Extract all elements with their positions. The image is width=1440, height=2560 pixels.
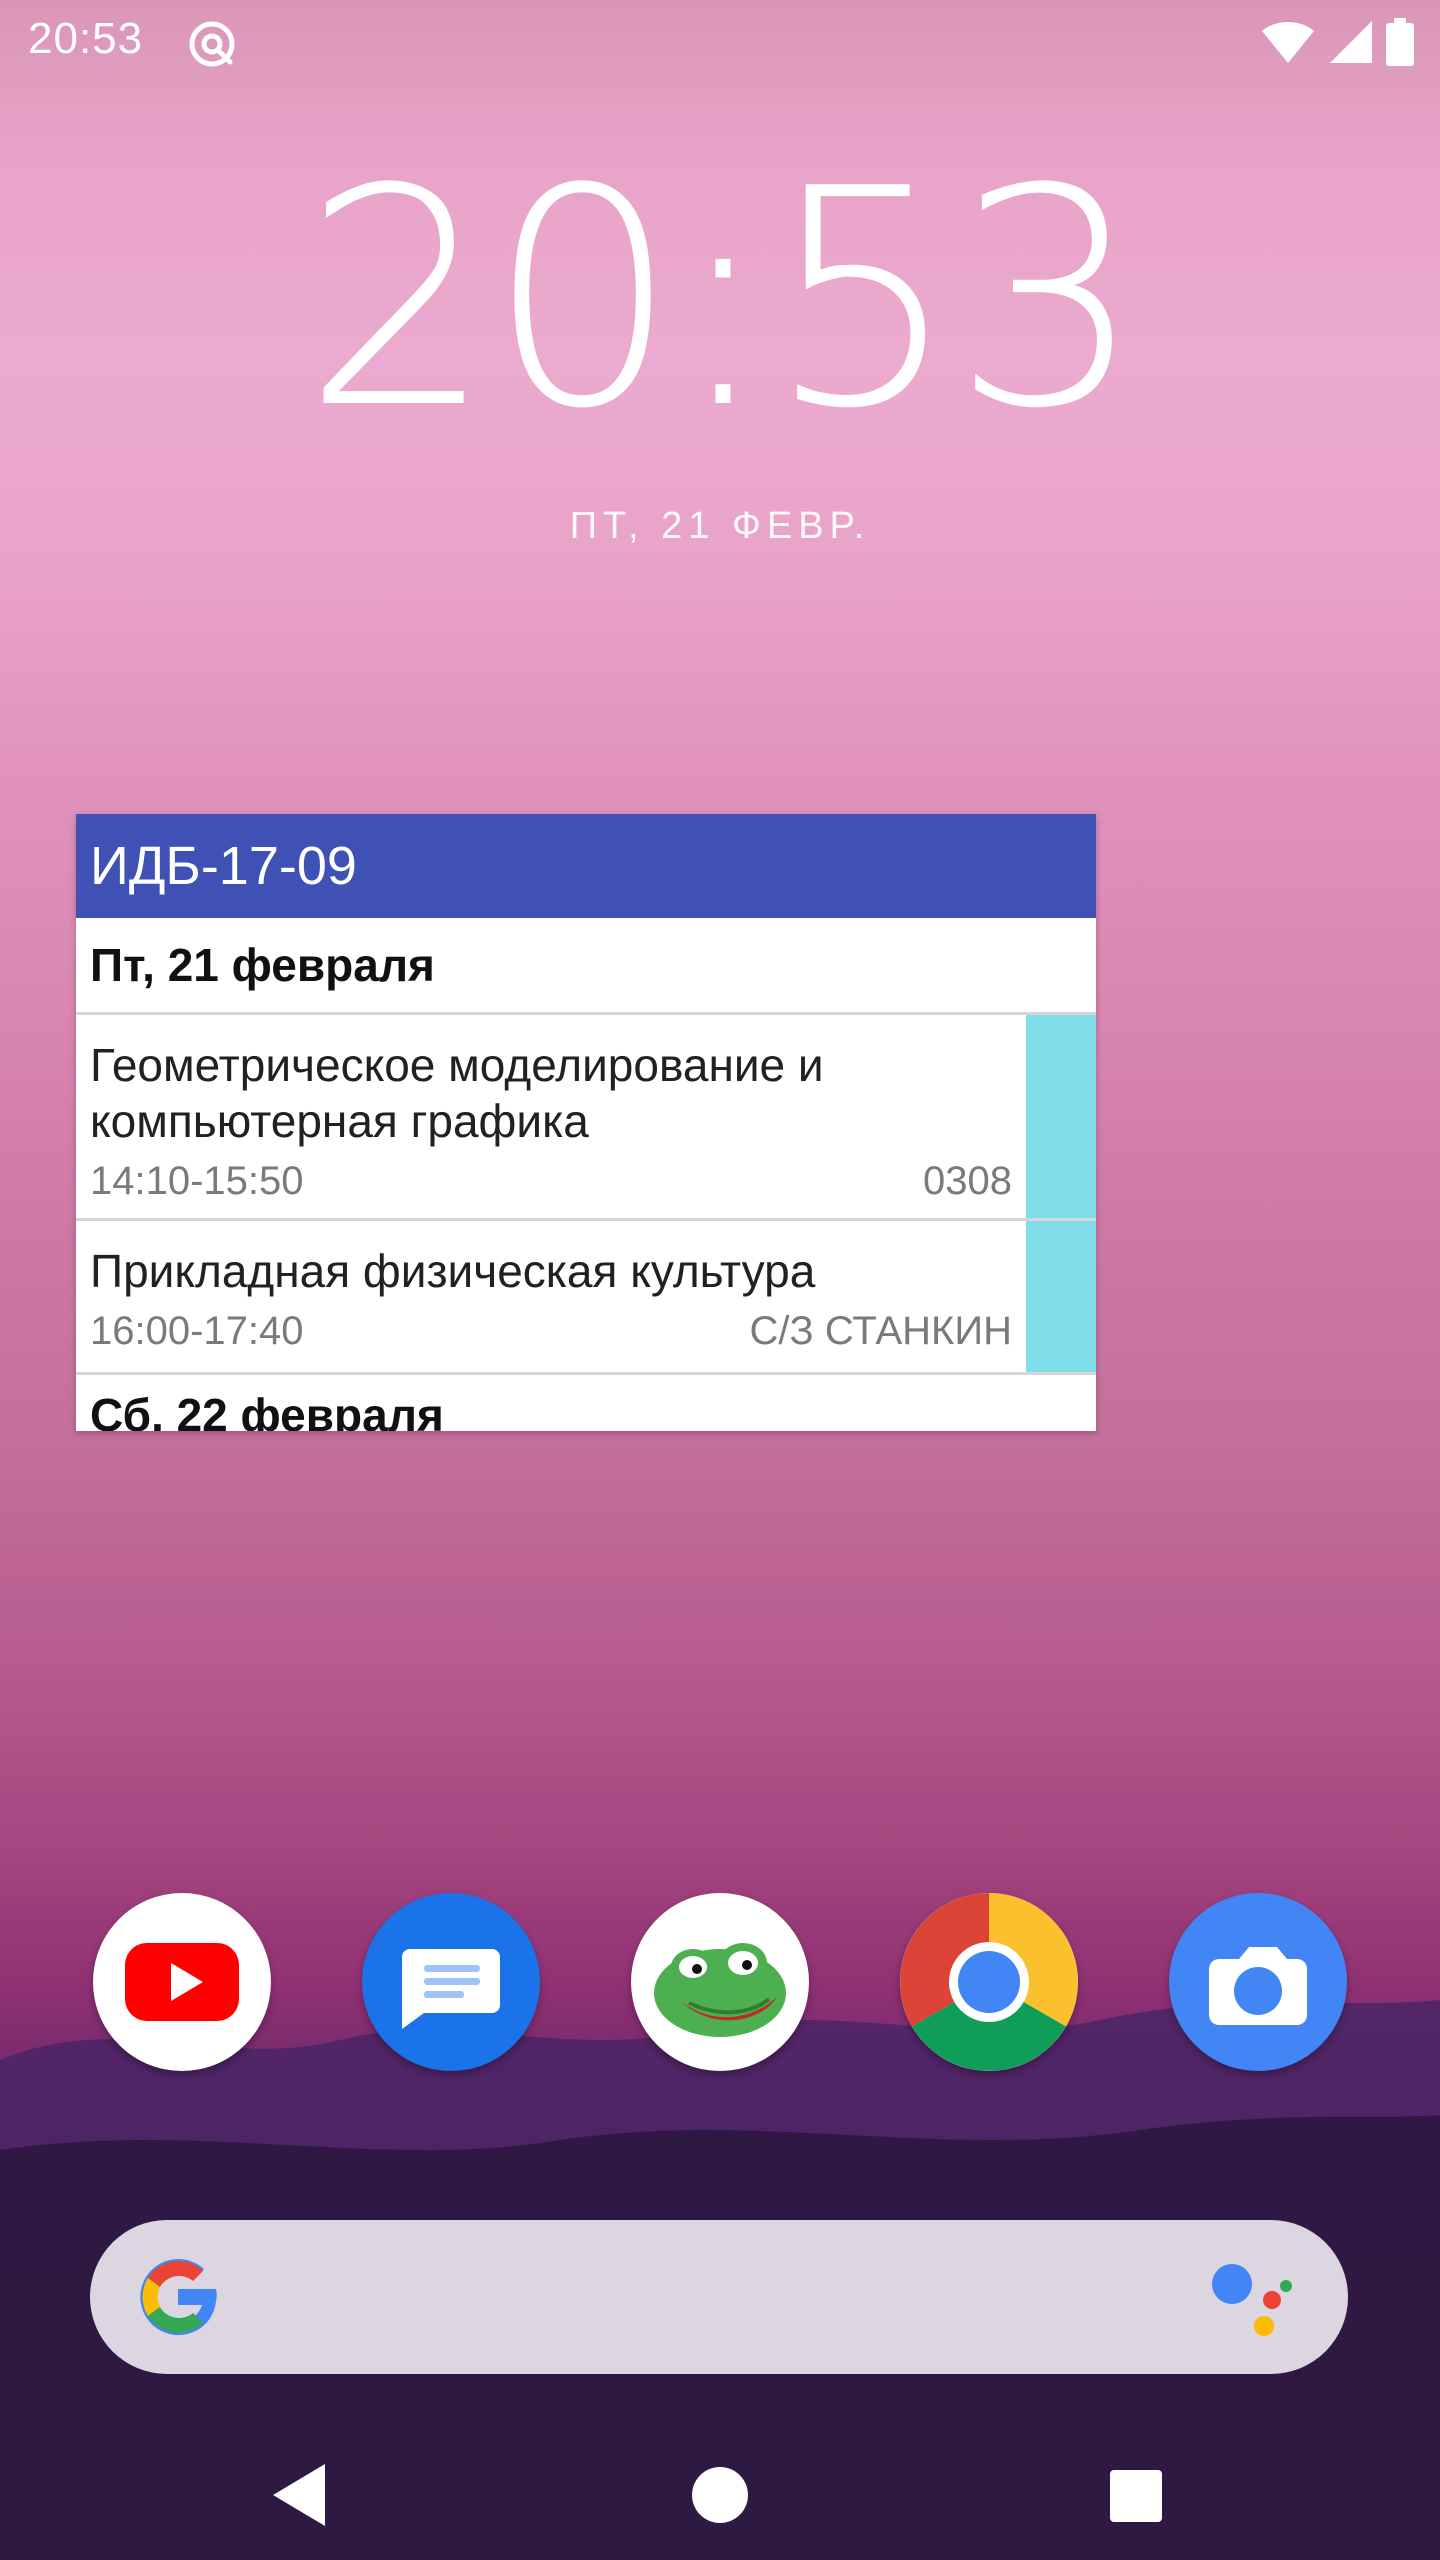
lesson-title: Геометрическое моделирование и компьютер… <box>90 1039 824 1147</box>
at-sign-icon <box>189 21 235 67</box>
lesson-color-stripe <box>1026 1015 1096 1218</box>
messages-icon[interactable] <box>362 1893 540 2071</box>
frog-icon[interactable] <box>631 1893 809 2071</box>
lesson-item[interactable]: Геометрическое моделирование и компьютер… <box>76 1015 1096 1221</box>
google-g-icon[interactable] <box>136 2255 220 2339</box>
navigation-bar <box>0 2430 1440 2560</box>
lockscreen-clock[interactable]: 20:53 <box>0 150 1440 450</box>
youtube-icon[interactable] <box>93 1893 271 2071</box>
lockscreen-date[interactable]: ПТ, 21 ФЕВР. <box>0 505 1440 548</box>
widget-title[interactable]: ИДБ-17-09 <box>76 814 1096 918</box>
lesson-room: 0308 <box>923 1159 1012 1203</box>
lesson-room: С/З СТАНКИН <box>749 1309 1012 1353</box>
signal-icon <box>1330 21 1372 63</box>
google-assistant-icon[interactable] <box>1210 2262 1294 2338</box>
back-icon[interactable] <box>255 2450 345 2540</box>
app-dock <box>0 1893 1440 2071</box>
status-bar: 20:53 <box>0 0 1440 84</box>
lesson-time: 16:00-17:40 <box>90 1309 304 1353</box>
wifi-icon <box>1262 22 1314 63</box>
lesson-color-stripe <box>1026 1221 1096 1372</box>
battery-icon <box>1386 18 1414 66</box>
widget-next-day-label: Сб, 22 февраля <box>90 1389 444 1431</box>
camera-icon[interactable] <box>1169 1893 1347 2071</box>
schedule-widget[interactable]: ИДБ-17-09 Пт, 21 февраля Геометрическое … <box>76 814 1096 1431</box>
lesson-time: 14:10-15:50 <box>90 1159 304 1203</box>
home-icon[interactable] <box>675 2450 765 2540</box>
lesson-item[interactable]: Прикладная физическая культура 16:00-17:… <box>76 1221 1096 1375</box>
widget-day-label: Пт, 21 февраля <box>76 918 1096 1015</box>
google-search-bar[interactable] <box>90 2220 1348 2374</box>
lesson-title: Прикладная физическая культура <box>90 1245 816 1297</box>
chrome-icon[interactable] <box>900 1893 1078 2071</box>
recents-icon[interactable] <box>1090 2450 1180 2540</box>
status-time: 20:53 <box>28 14 144 63</box>
